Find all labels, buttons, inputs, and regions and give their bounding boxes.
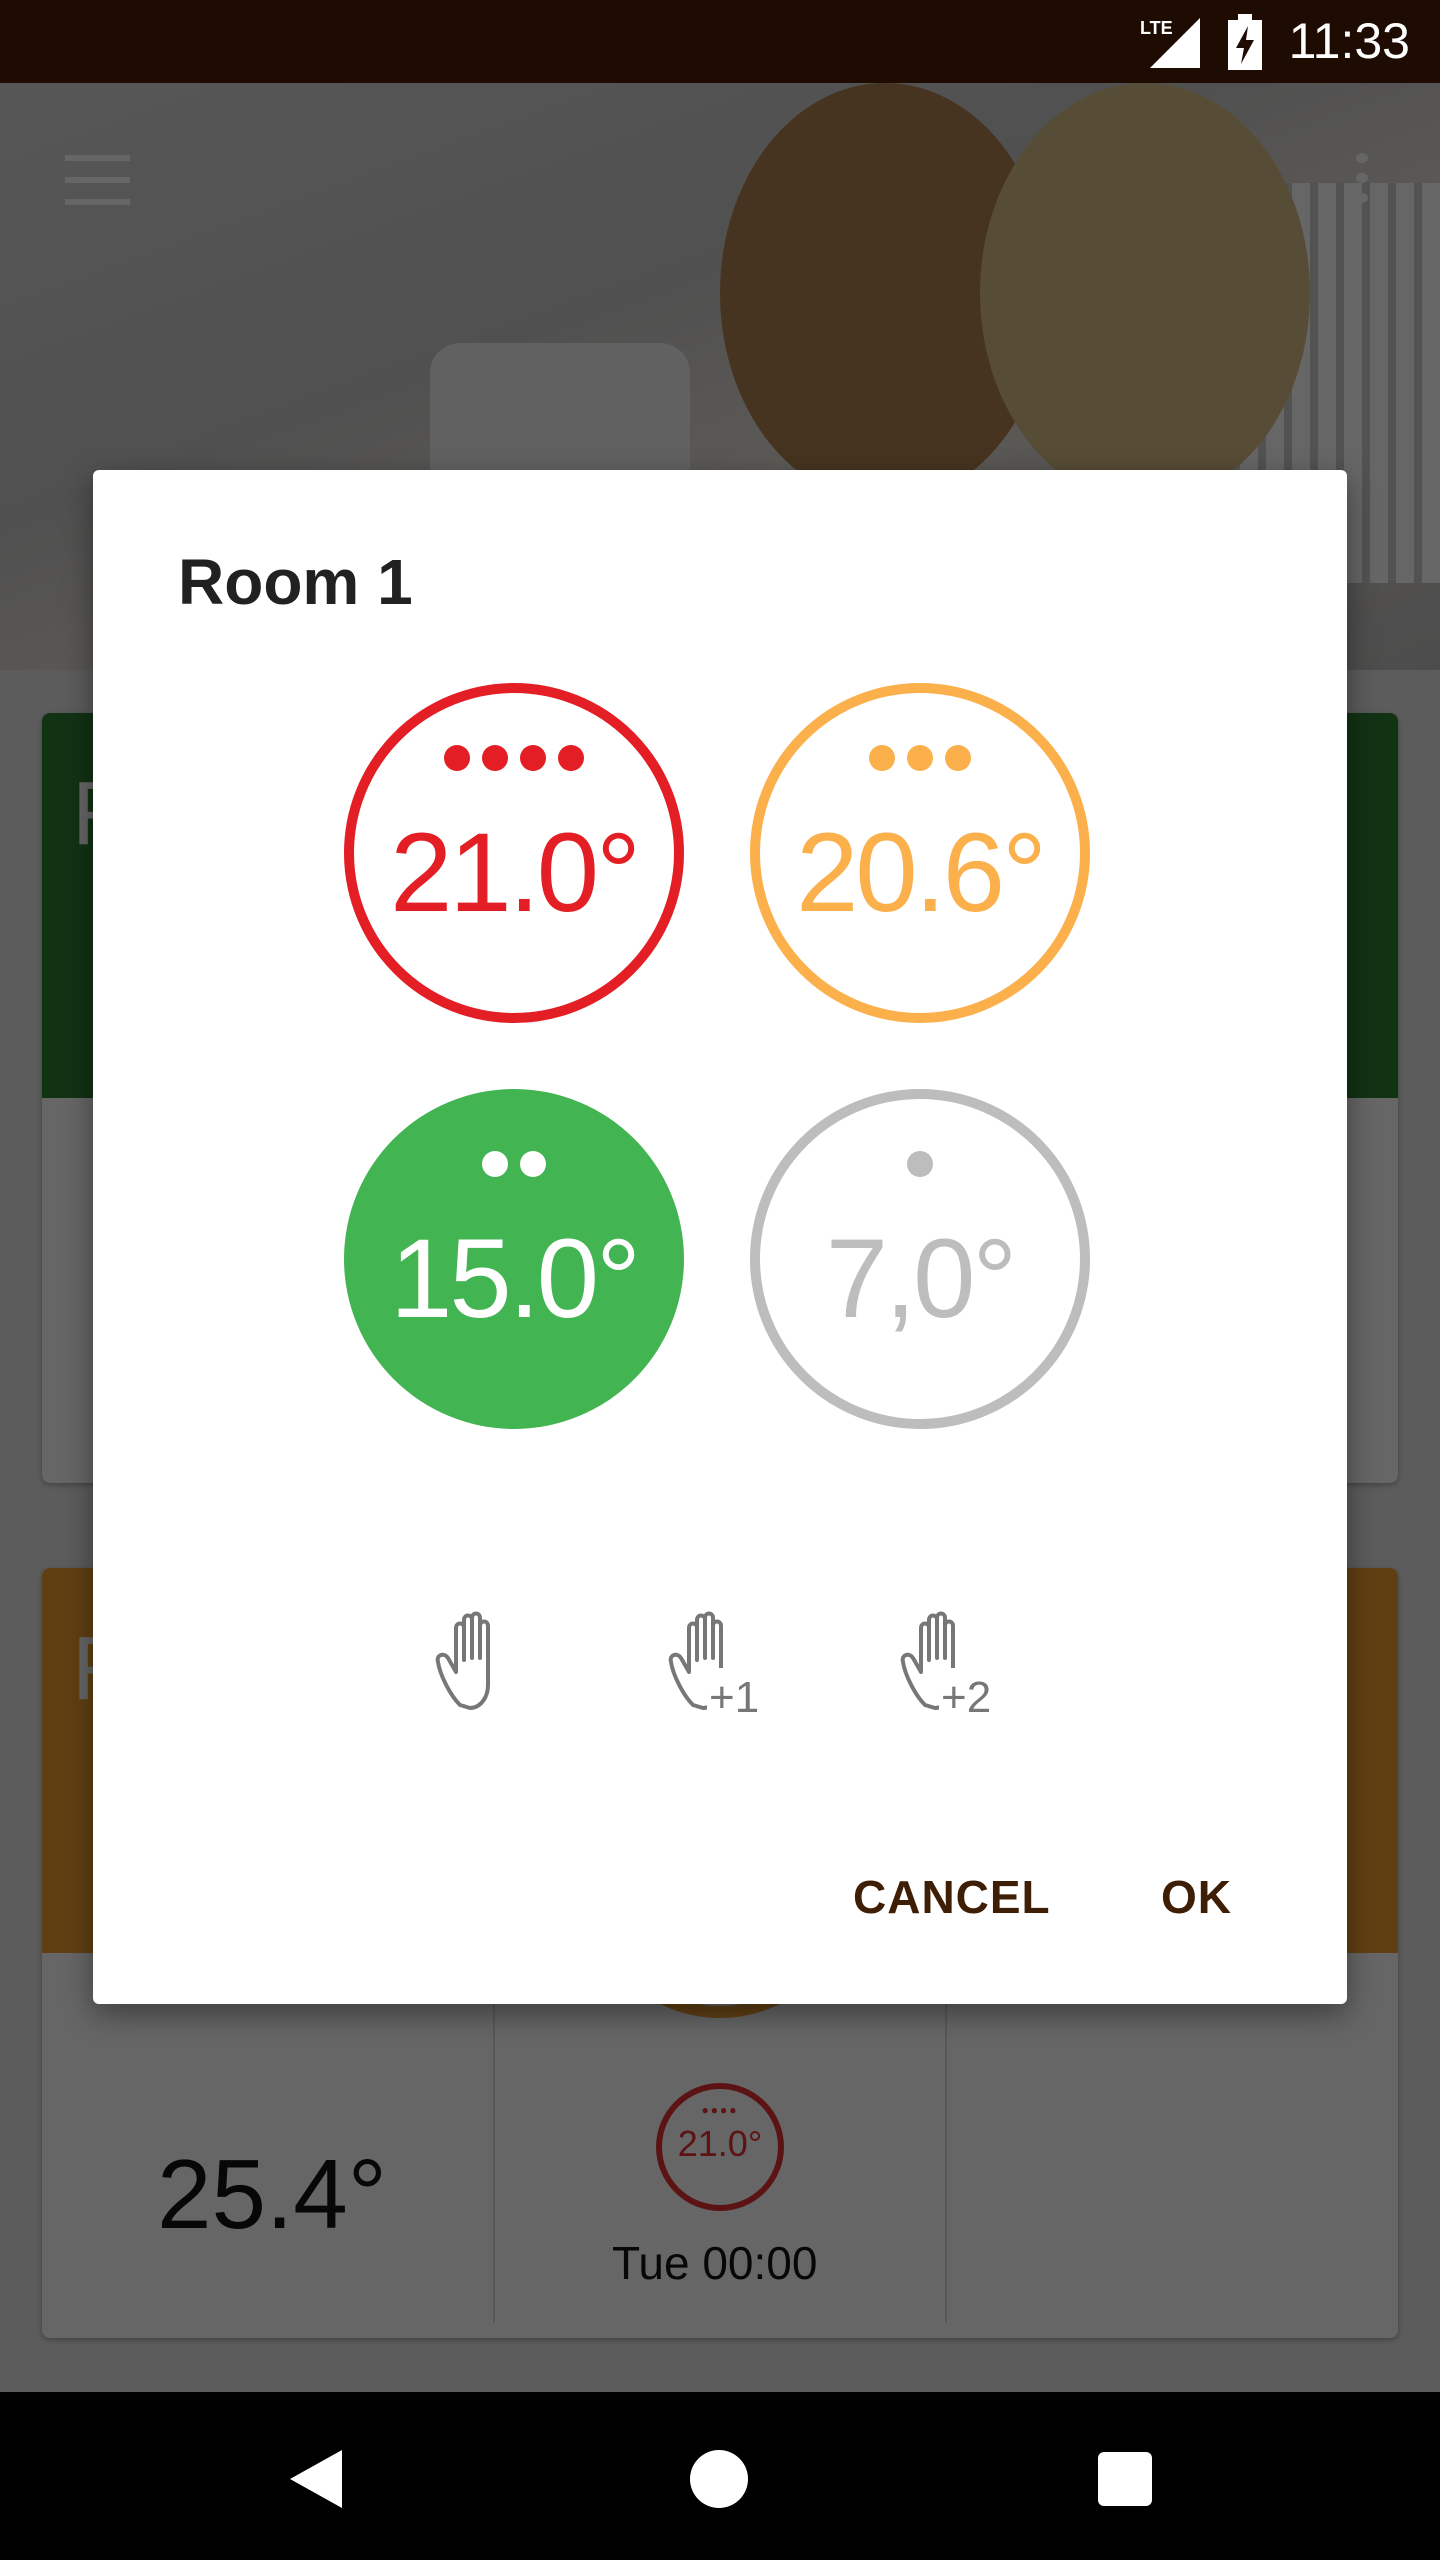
level-dot bbox=[444, 745, 470, 771]
status-bar: LTE 11:33 bbox=[0, 0, 1440, 83]
menu-icon[interactable] bbox=[65, 155, 130, 205]
level-dots bbox=[760, 1151, 1080, 1177]
preset-temperature: 20.6° bbox=[796, 810, 1047, 935]
hand-plus-one-icon[interactable]: +1 bbox=[663, 1610, 773, 1722]
current-temperature: 25.4° bbox=[157, 2139, 387, 2249]
divider bbox=[493, 1968, 495, 2323]
svg-text:+2: +2 bbox=[941, 1673, 991, 1720]
navigation-bar bbox=[0, 2392, 1440, 2560]
level-dot bbox=[869, 745, 895, 771]
preset-dialog: Room 1 21.0° 20.6° 15.0° 7,0° +1 +2 CANCEL O… bbox=[93, 470, 1347, 2004]
preset-temperature: 7,0° bbox=[825, 1216, 1017, 1341]
level-dot bbox=[945, 745, 971, 771]
divider bbox=[945, 1968, 947, 2323]
temperature-preset[interactable]: 20.6° bbox=[750, 683, 1090, 1023]
level-dot bbox=[907, 745, 933, 771]
preset-temperature: 15.0° bbox=[390, 1216, 641, 1341]
recents-icon[interactable] bbox=[1098, 2452, 1152, 2506]
level-dot bbox=[482, 1151, 508, 1177]
temperature-preset[interactable]: 7,0° bbox=[750, 1089, 1090, 1429]
back-icon[interactable] bbox=[290, 2450, 342, 2508]
svg-text:+1: +1 bbox=[709, 1673, 759, 1720]
ok-button[interactable]: OK bbox=[1161, 1870, 1232, 1924]
level-dots bbox=[354, 745, 674, 771]
level-dots bbox=[344, 1151, 684, 1177]
schedule-temperature: 21.0° bbox=[677, 2123, 763, 2164]
level-dot bbox=[482, 745, 508, 771]
clock: 11:33 bbox=[1288, 13, 1410, 69]
preset-temperature: 21.0° bbox=[390, 810, 641, 935]
home-icon[interactable] bbox=[690, 2450, 748, 2508]
hand-plus-two-icon[interactable]: +2 bbox=[895, 1610, 1005, 1722]
schedule-temp-badge: ●●●● 21.0° bbox=[656, 2083, 784, 2211]
level-dot bbox=[520, 745, 546, 771]
level-dots bbox=[760, 745, 1080, 771]
schedule-time: Tue 00:00 bbox=[612, 2237, 818, 2289]
level-dot bbox=[907, 1151, 933, 1177]
dialog-title: Room 1 bbox=[178, 546, 413, 618]
temperature-preset[interactable]: 15.0° bbox=[344, 1089, 684, 1429]
battery-charging-icon bbox=[1228, 14, 1262, 70]
level-dot bbox=[520, 1151, 546, 1177]
svg-text:LTE: LTE bbox=[1140, 18, 1173, 38]
temperature-preset[interactable]: 21.0° bbox=[344, 683, 684, 1023]
overflow-menu-icon[interactable] bbox=[1356, 153, 1368, 203]
level-dot bbox=[558, 745, 584, 771]
hand-icon[interactable] bbox=[430, 1610, 540, 1720]
cancel-button[interactable]: CANCEL bbox=[853, 1870, 1051, 1924]
lte-signal-icon: LTE bbox=[1140, 18, 1200, 68]
